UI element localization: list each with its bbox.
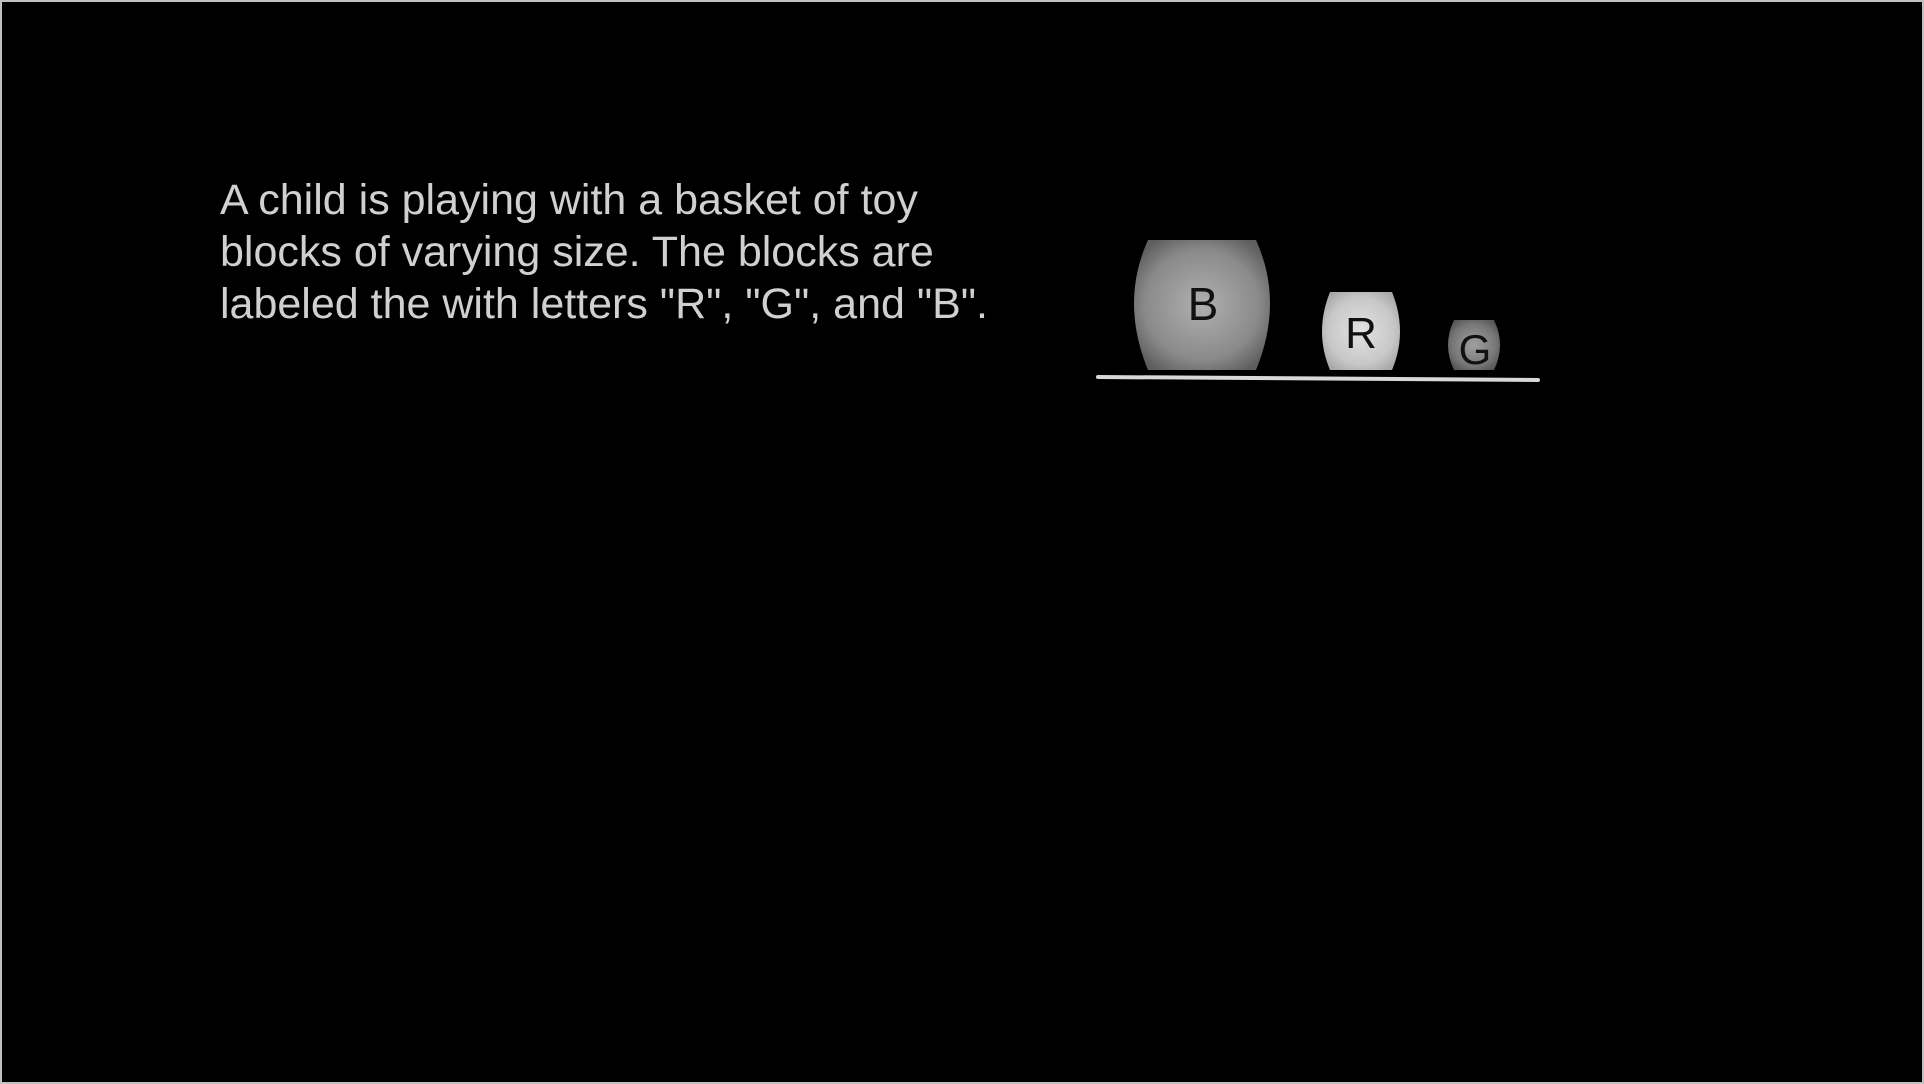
block-g-label: G bbox=[1459, 326, 1492, 373]
ground-line bbox=[1096, 375, 1540, 382]
block-b-label: B bbox=[1188, 278, 1219, 330]
block-r: R bbox=[1322, 292, 1400, 370]
toy-blocks-illustration: B R G bbox=[1096, 240, 1540, 382]
block-r-label: R bbox=[1345, 309, 1377, 358]
block-b: B bbox=[1134, 240, 1270, 370]
block-g: G bbox=[1448, 320, 1500, 373]
slide-canvas: A child is playing with a basket of toy … bbox=[2, 2, 1922, 1082]
